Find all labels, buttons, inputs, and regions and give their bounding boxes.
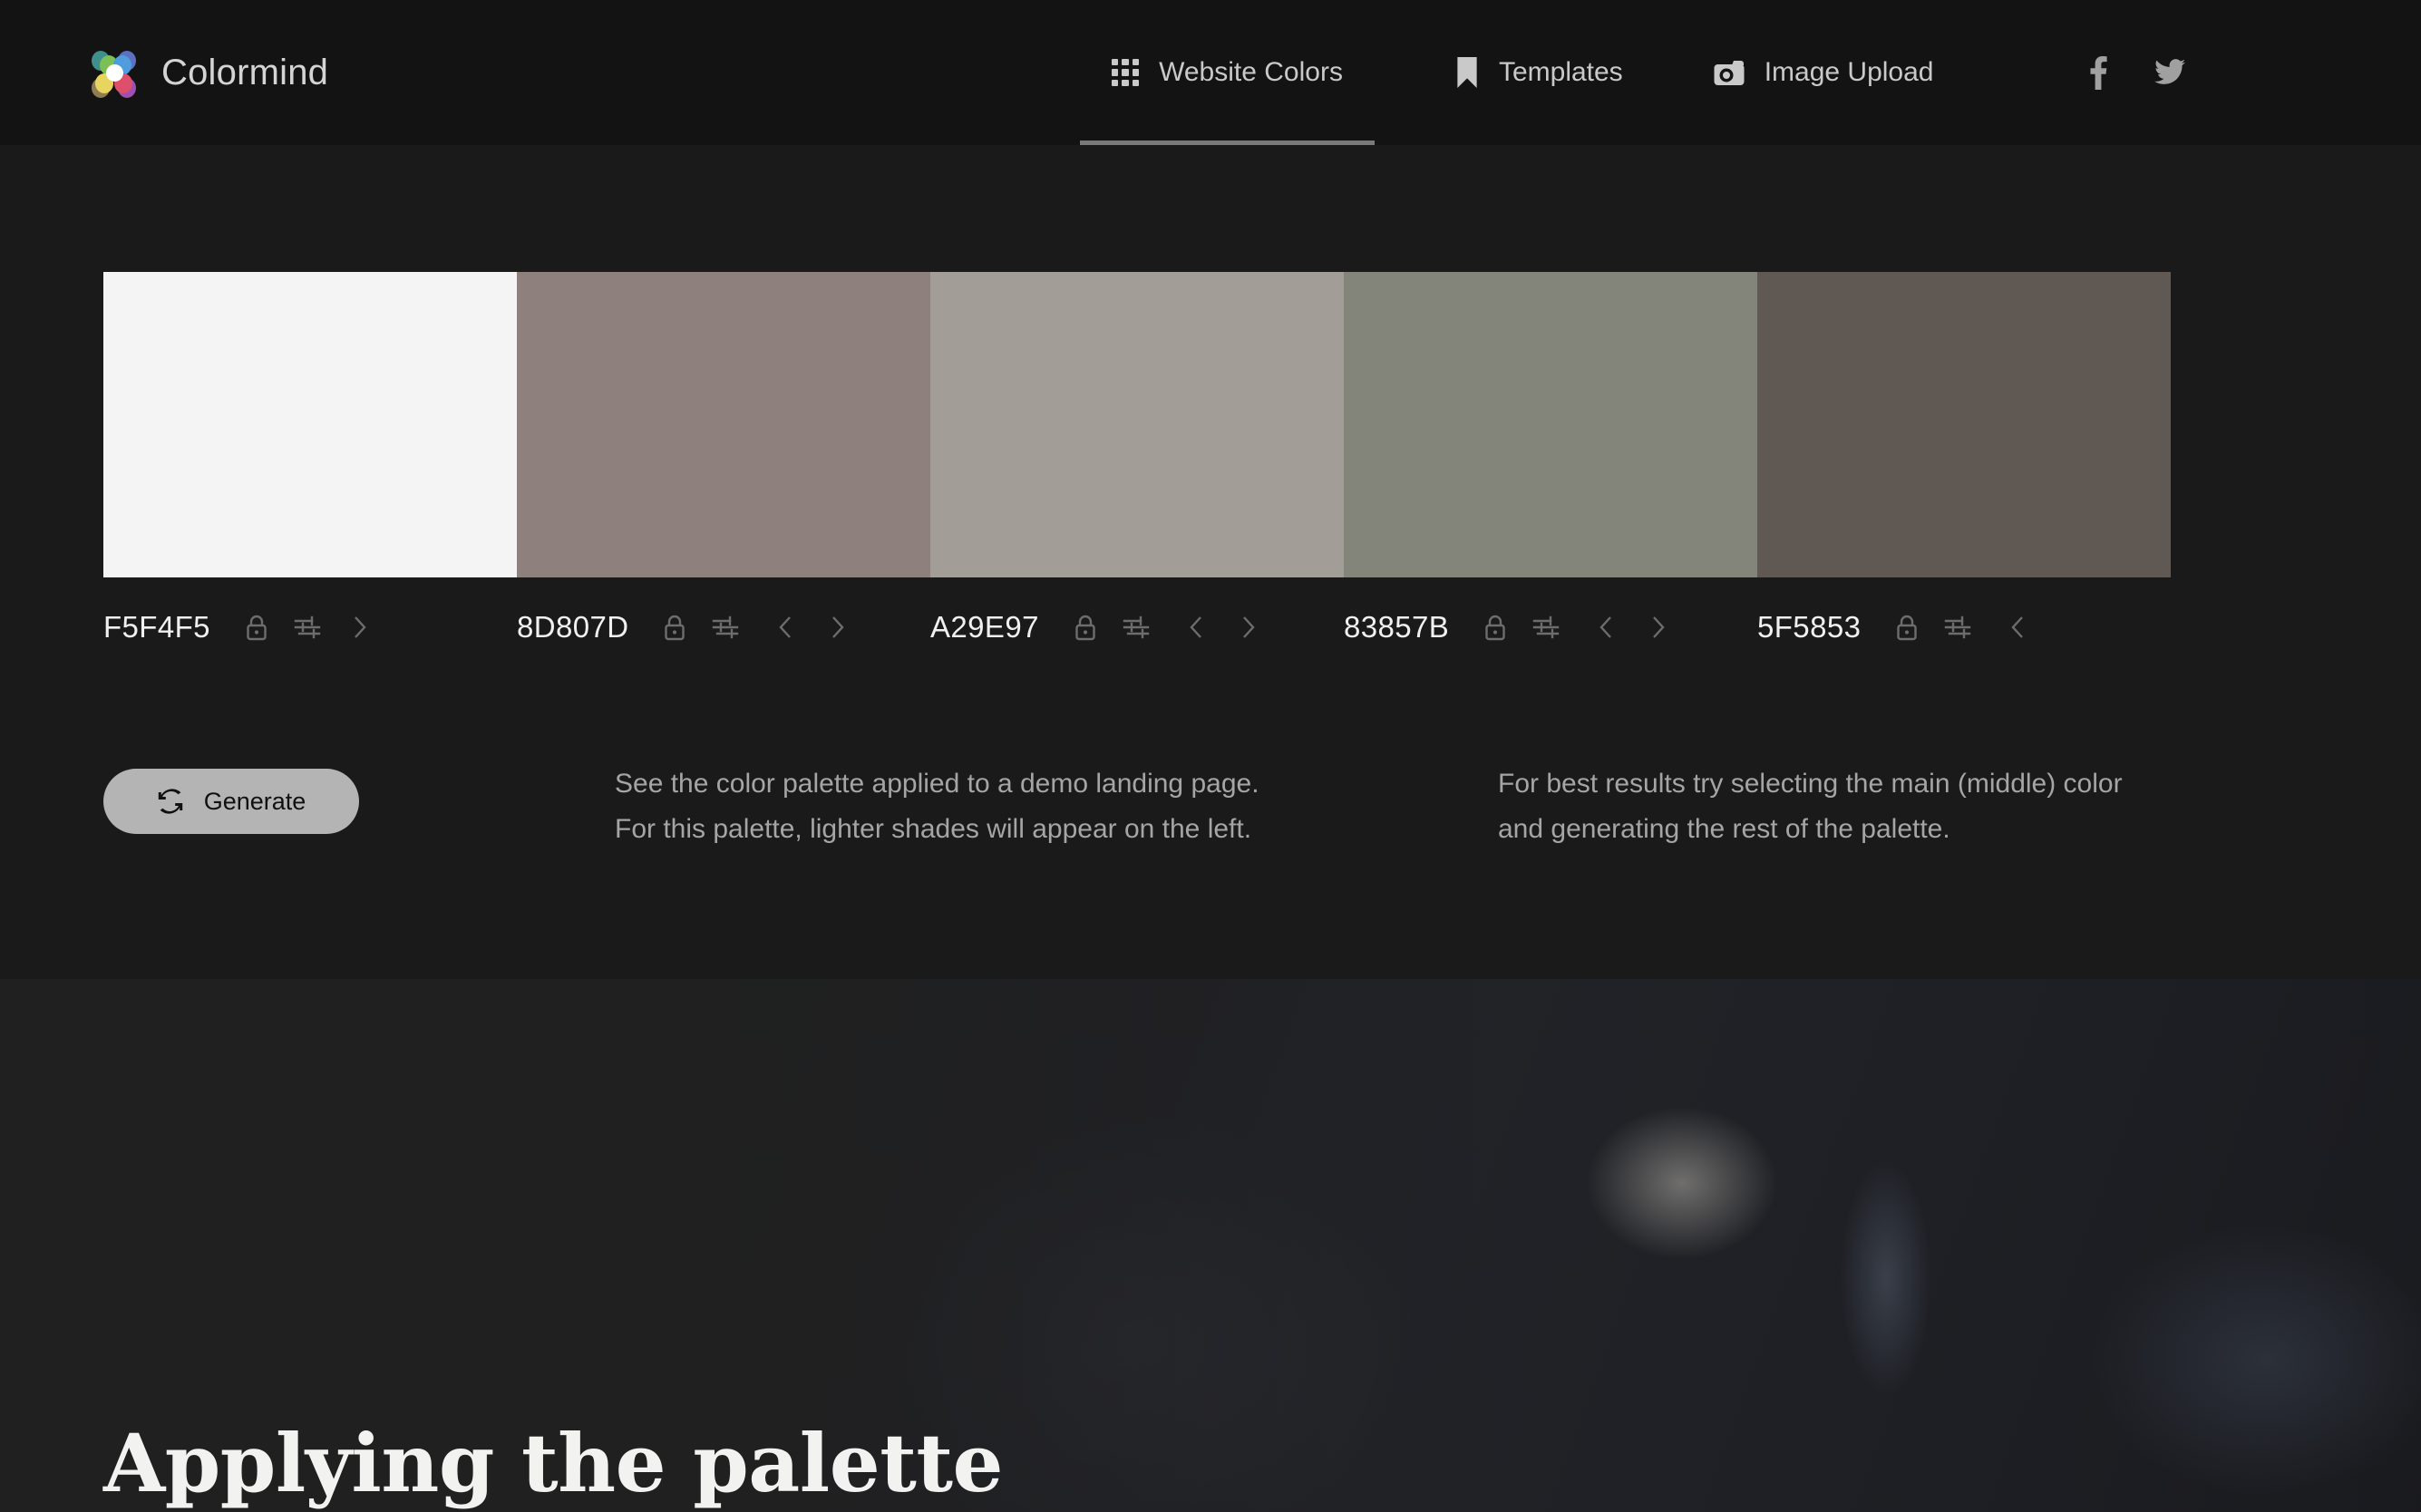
prev-color-button[interactable] bbox=[1583, 606, 1629, 648]
color-swatch[interactable] bbox=[930, 272, 1344, 577]
brand-name: Colormind bbox=[161, 52, 329, 92]
color-swatch[interactable] bbox=[1344, 272, 1757, 577]
tune-icon bbox=[1945, 615, 1971, 639]
chevron-right-icon bbox=[1242, 616, 1255, 638]
refresh-icon bbox=[158, 789, 182, 814]
colormind-app: Colormind Website Colors Templates Image… bbox=[0, 0, 2421, 1512]
color-swatch[interactable] bbox=[103, 272, 517, 577]
prev-color-button[interactable] bbox=[763, 606, 808, 648]
nav-label-image-upload: Image Upload bbox=[1764, 57, 1934, 87]
tune-button[interactable] bbox=[1113, 606, 1159, 648]
colormind-dots-logo-icon bbox=[87, 45, 141, 100]
lock-icon bbox=[1075, 615, 1095, 641]
social-links bbox=[2089, 55, 2186, 90]
hex-value[interactable]: 8D807D bbox=[517, 610, 628, 645]
facebook-icon bbox=[2090, 56, 2108, 90]
nav-item-website-colors[interactable]: Website Colors bbox=[1080, 0, 1375, 145]
tune-icon bbox=[1123, 615, 1150, 639]
blurb-best-results: For best results try selecting the main … bbox=[1498, 769, 2123, 844]
color-swatch[interactable] bbox=[517, 272, 930, 577]
tune-icon bbox=[1532, 615, 1560, 639]
palette-section: F5F4F5 8D807D A29E97 83857B 5F5853 Gener… bbox=[0, 145, 2421, 979]
tune-icon bbox=[713, 615, 739, 639]
next-color-button[interactable] bbox=[1636, 606, 1681, 648]
swatch-controls: A29E97 bbox=[930, 577, 1344, 677]
chevron-left-icon bbox=[1599, 616, 1612, 638]
nav-item-templates[interactable]: Templates bbox=[1455, 0, 1623, 145]
lock-icon bbox=[247, 615, 267, 641]
main-navigation: Website Colors Templates Image Upload bbox=[1080, 0, 2186, 145]
lock-button[interactable] bbox=[1063, 606, 1108, 648]
hero-title: Applying the palette bbox=[103, 1416, 1004, 1510]
lock-icon bbox=[1485, 615, 1505, 641]
swatch-controls: 83857B bbox=[1344, 577, 1757, 677]
color-swatch[interactable] bbox=[1757, 272, 2171, 577]
prev-color-button[interactable] bbox=[1173, 606, 1219, 648]
prev-color-button[interactable] bbox=[1995, 606, 2040, 648]
lock-button[interactable] bbox=[1473, 606, 1518, 648]
swatch-controls: F5F4F5 bbox=[103, 577, 517, 677]
brand-logo-link[interactable]: Colormind bbox=[87, 45, 328, 100]
hex-value[interactable]: A29E97 bbox=[930, 610, 1039, 645]
facebook-link[interactable] bbox=[2089, 55, 2108, 90]
grid-icon bbox=[1112, 59, 1140, 86]
chevron-right-icon bbox=[832, 616, 845, 638]
lock-button[interactable] bbox=[652, 606, 697, 648]
nav-item-image-upload[interactable]: Image Upload bbox=[1714, 0, 1934, 145]
chevron-right-icon bbox=[355, 616, 366, 638]
chevron-right-icon bbox=[1653, 616, 1665, 638]
chevron-left-icon bbox=[1190, 616, 1201, 638]
lock-button[interactable] bbox=[234, 606, 279, 648]
blurb-demo-landing: See the color palette applied to a demo … bbox=[615, 769, 1259, 844]
next-color-button[interactable] bbox=[1226, 606, 1271, 648]
hex-value[interactable]: F5F4F5 bbox=[103, 610, 210, 645]
hex-value[interactable]: 83857B bbox=[1344, 610, 1449, 645]
palette-swatch-strip bbox=[103, 272, 2171, 577]
bookmark-icon bbox=[1457, 57, 1477, 88]
twitter-icon bbox=[2154, 59, 2186, 84]
tune-button[interactable] bbox=[285, 606, 330, 648]
chevron-left-icon bbox=[779, 616, 792, 638]
generate-button[interactable]: Generate bbox=[103, 769, 359, 834]
tune-icon bbox=[294, 615, 321, 639]
nav-label-templates: Templates bbox=[1498, 57, 1623, 87]
next-color-button[interactable] bbox=[815, 606, 860, 648]
next-color-button[interactable] bbox=[337, 606, 383, 648]
camera-icon bbox=[1714, 61, 1745, 85]
lock-icon bbox=[665, 615, 685, 641]
generate-button-label: Generate bbox=[203, 787, 306, 815]
tune-button[interactable] bbox=[703, 606, 748, 648]
palette-controls-row: F5F4F5 8D807D A29E97 83857B 5F5853 bbox=[103, 577, 2171, 677]
lock-button[interactable] bbox=[1884, 606, 1930, 648]
tune-button[interactable] bbox=[1935, 606, 1980, 648]
hero-preview-section: Applying the palette bbox=[0, 979, 2421, 1512]
actions-row: Generate See the color palette applied t… bbox=[103, 761, 2307, 852]
nav-label-website-colors: Website Colors bbox=[1159, 57, 1343, 87]
swatch-controls: 5F5853 bbox=[1757, 577, 2171, 677]
twitter-link[interactable] bbox=[2154, 59, 2186, 86]
hex-value[interactable]: 5F5853 bbox=[1757, 610, 1861, 645]
tune-button[interactable] bbox=[1523, 606, 1569, 648]
chevron-left-icon bbox=[2011, 616, 2024, 638]
lock-icon bbox=[1897, 615, 1918, 641]
site-header: Colormind Website Colors Templates Image… bbox=[0, 0, 2421, 145]
swatch-controls: 8D807D bbox=[517, 577, 930, 677]
